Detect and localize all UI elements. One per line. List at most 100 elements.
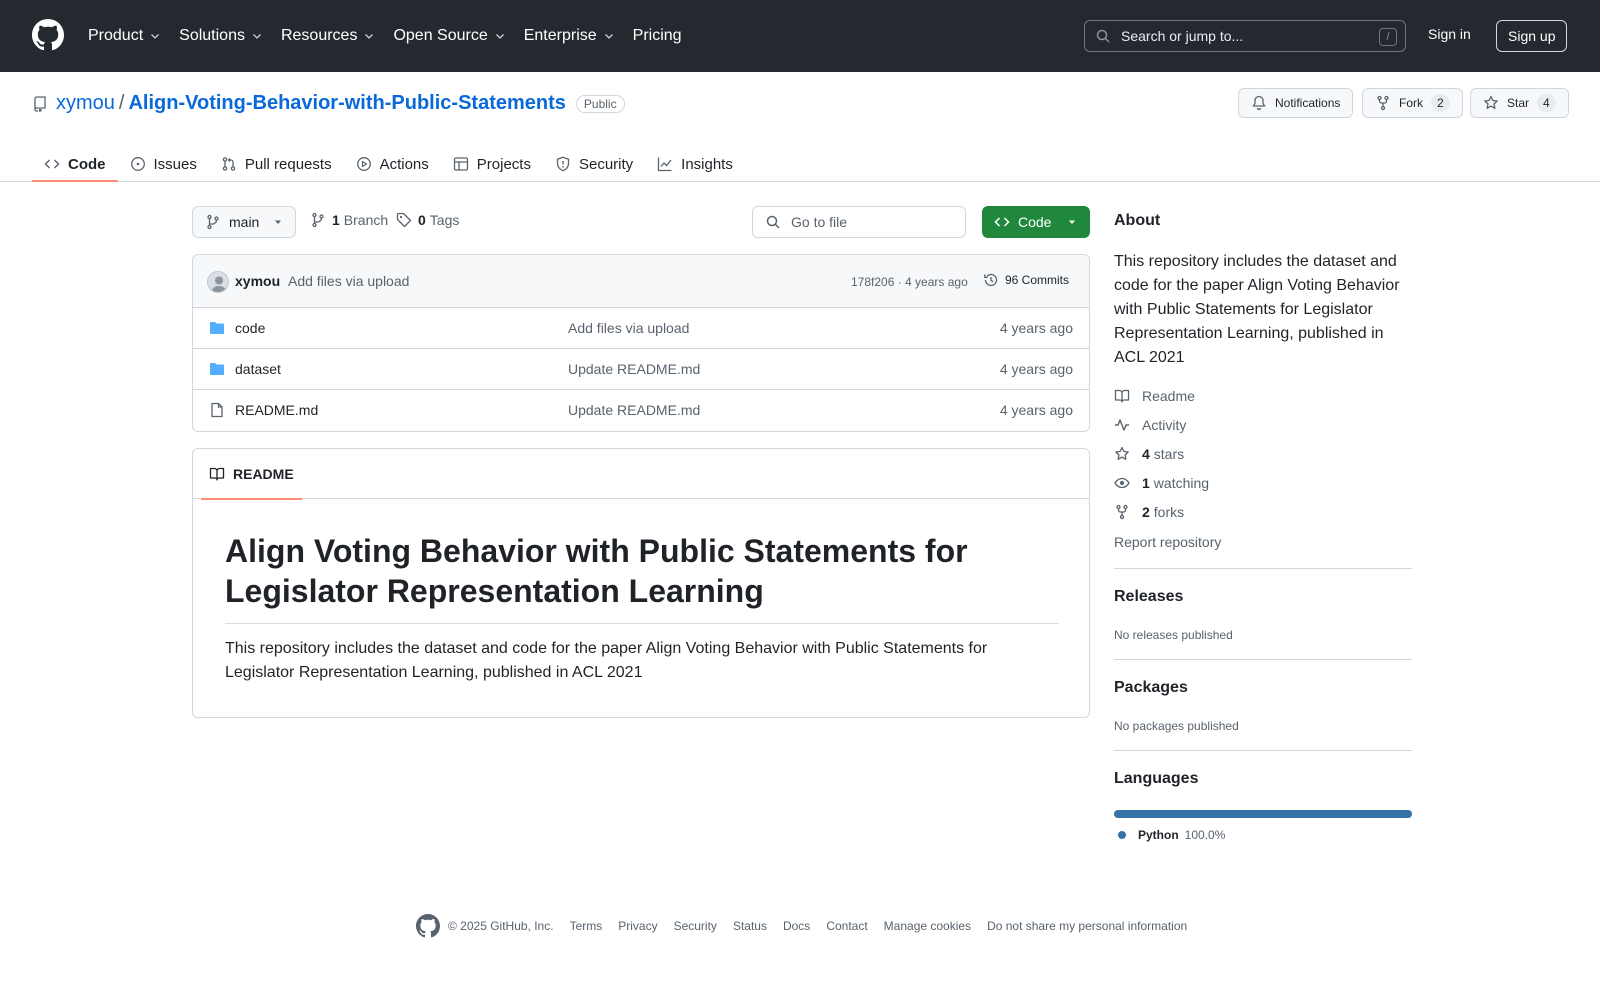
readme-body: This repository includes the dataset and… xyxy=(225,640,988,681)
star-button[interactable]: Star 4 xyxy=(1470,88,1569,118)
fork-icon xyxy=(1375,95,1391,111)
readme-tab[interactable]: README xyxy=(201,449,302,500)
notifications-label: Notifications xyxy=(1275,96,1341,110)
repo-icon xyxy=(32,95,48,112)
github-logo-icon[interactable] xyxy=(32,19,64,51)
watchers-link[interactable]: 1 watching xyxy=(1114,475,1209,491)
tab-code[interactable]: Code xyxy=(32,146,118,182)
chevron-down-icon xyxy=(251,30,263,42)
commit-author-link[interactable]: xymou xyxy=(235,273,280,289)
go-to-file-input[interactable]: Go to file xyxy=(752,206,966,238)
forks-link[interactable]: 2 forks xyxy=(1114,504,1184,520)
table-row[interactable]: README.md Update README.md 4 years ago xyxy=(193,390,1089,431)
fork-button[interactable]: Fork 2 xyxy=(1362,88,1463,118)
tab-label: Security xyxy=(578,155,634,173)
report-repository-link[interactable]: Report repository xyxy=(1114,534,1221,550)
table-icon xyxy=(453,156,469,172)
file-name-link[interactable]: README.md xyxy=(235,402,318,418)
language-item-python[interactable]: Python 100.0% xyxy=(1118,828,1225,842)
footer-link-manage-cookies[interactable]: Manage cookies xyxy=(884,919,971,933)
sign-up-button[interactable]: Sign up xyxy=(1496,20,1568,52)
tags-link[interactable]: 0 Tags xyxy=(396,212,459,228)
branch-selector[interactable]: main xyxy=(192,206,296,238)
footer-link-security[interactable]: Security xyxy=(674,919,717,933)
packages-empty-text: No packages published xyxy=(1114,719,1239,733)
search-input[interactable]: Search or jump to... / xyxy=(1084,20,1406,52)
stars-link[interactable]: 4 stars xyxy=(1114,446,1184,462)
notifications-button[interactable]: Notifications xyxy=(1238,88,1354,118)
play-icon xyxy=(356,156,372,172)
tab-projects[interactable]: Projects xyxy=(441,146,543,182)
releases-empty-text: No releases published xyxy=(1114,628,1233,642)
file-name-link[interactable]: dataset xyxy=(235,361,281,377)
nav-enterprise[interactable]: Enterprise xyxy=(524,27,615,45)
readme-heading: Align Voting Behavior with Public Statem… xyxy=(225,531,1059,624)
table-row[interactable]: code Add files via upload 4 years ago xyxy=(193,308,1089,349)
tab-insights[interactable]: Insights xyxy=(645,146,745,182)
nav-label: Resources xyxy=(280,27,358,44)
tab-label: Actions xyxy=(379,155,429,173)
tab-label: Code xyxy=(68,155,106,173)
folder-icon xyxy=(209,320,225,336)
nav-pricing[interactable]: Pricing xyxy=(633,27,682,45)
history-icon xyxy=(983,272,999,288)
code-icon xyxy=(994,214,1010,230)
file-commit-message[interactable]: Update README.md xyxy=(568,361,700,377)
code-button-label: Code xyxy=(1018,214,1052,230)
nav-resources[interactable]: Resources xyxy=(281,27,375,45)
star-count: 4 xyxy=(1537,94,1556,112)
file-commit-date: 4 years ago xyxy=(999,361,1073,377)
nav-label: Product xyxy=(88,27,144,44)
avatar[interactable] xyxy=(207,271,229,293)
branch-icon xyxy=(310,212,326,228)
repo-name-link[interactable]: Align-Voting-Behavior-with-Public-Statem… xyxy=(128,92,565,115)
divider xyxy=(1114,568,1412,569)
readme-link-label: Readme xyxy=(1142,388,1195,404)
nav-product[interactable]: Product xyxy=(88,27,161,45)
tab-pull-requests[interactable]: Pull requests xyxy=(209,146,344,182)
nav-label: Open Source xyxy=(393,27,488,44)
footer-link-do-not-share[interactable]: Do not share my personal information xyxy=(987,919,1187,933)
footer-copyright: © 2025 GitHub, Inc. xyxy=(448,919,554,933)
divider xyxy=(1114,750,1412,751)
graph-icon xyxy=(657,156,673,172)
language-bar xyxy=(1114,810,1412,818)
sign-in-link[interactable]: Sign in xyxy=(1428,26,1471,42)
packages-heading[interactable]: Packages xyxy=(1114,679,1188,697)
commit-hash-time[interactable]: 178f206 · 4 years ago xyxy=(851,275,968,289)
footer-link-contact[interactable]: Contact xyxy=(826,919,867,933)
search-shortcut-hint: / xyxy=(1379,28,1397,46)
file-commit-message[interactable]: Update README.md xyxy=(568,402,700,418)
footer-link-privacy[interactable]: Privacy xyxy=(618,919,657,933)
tab-issues[interactable]: Issues xyxy=(118,146,209,182)
repo-owner-link[interactable]: xymou xyxy=(56,92,115,115)
branches-link[interactable]: 1 Branch xyxy=(310,212,388,228)
nav-open-source[interactable]: Open Source xyxy=(393,27,505,45)
tag-count-label: Tags xyxy=(429,212,460,228)
file-name-link[interactable]: code xyxy=(235,320,265,336)
footer-link-terms[interactable]: Terms xyxy=(570,919,603,933)
footer-link-docs[interactable]: Docs xyxy=(783,919,810,933)
footer-link-status[interactable]: Status xyxy=(733,919,767,933)
about-description: This repository includes the dataset and… xyxy=(1114,253,1400,366)
code-dropdown-button[interactable]: Code xyxy=(982,206,1090,238)
tab-actions[interactable]: Actions xyxy=(344,146,441,182)
commits-link[interactable]: 96 Commits xyxy=(983,272,1069,288)
stars-label: stars xyxy=(1153,446,1185,462)
nav-solutions[interactable]: Solutions xyxy=(179,27,263,45)
bell-icon xyxy=(1251,95,1267,111)
tab-security[interactable]: Security xyxy=(543,146,645,182)
releases-heading[interactable]: Releases xyxy=(1114,588,1183,606)
activity-link[interactable]: Activity xyxy=(1114,417,1186,433)
star-icon xyxy=(1114,446,1130,462)
commit-message-link[interactable]: Add files via upload xyxy=(288,273,409,289)
github-mark-icon[interactable] xyxy=(416,914,440,938)
table-row[interactable]: dataset Update README.md 4 years ago xyxy=(193,349,1089,390)
chevron-down-icon xyxy=(149,30,161,42)
code-icon xyxy=(44,156,60,172)
about-heading: About xyxy=(1114,212,1161,229)
file-commit-message[interactable]: Add files via upload xyxy=(568,320,689,336)
readme-link[interactable]: Readme xyxy=(1114,388,1195,404)
eye-icon xyxy=(1114,475,1130,491)
activity-link-label: Activity xyxy=(1142,417,1187,433)
